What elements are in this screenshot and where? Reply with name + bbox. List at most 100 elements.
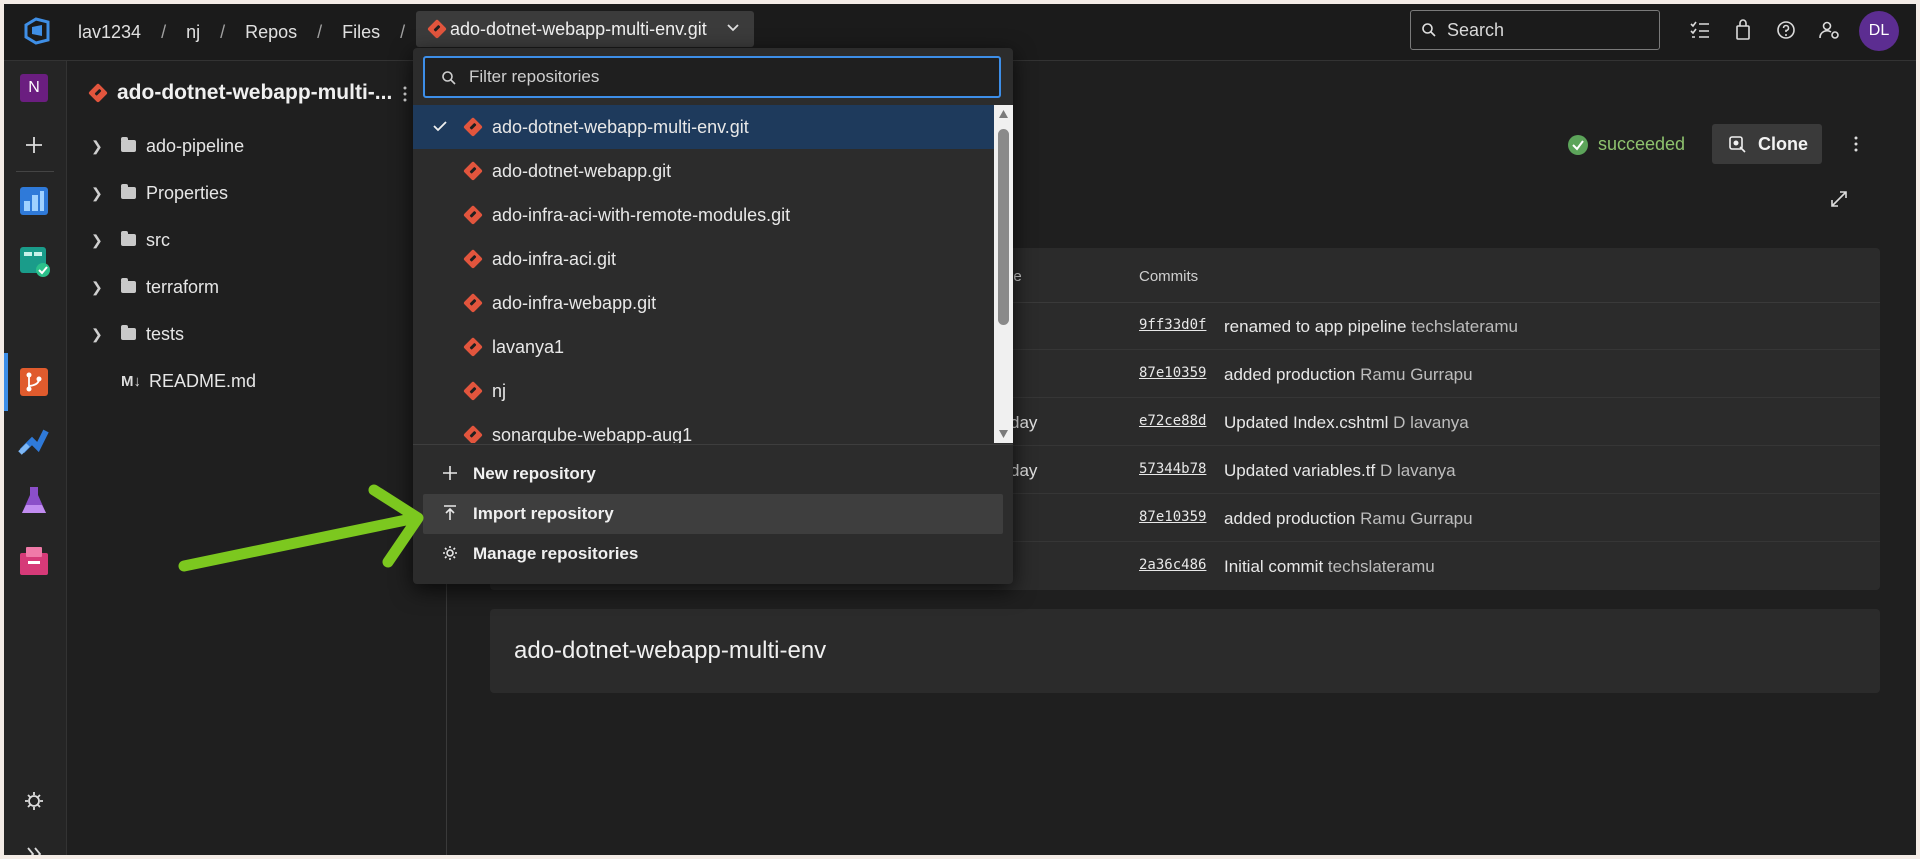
gear-icon: [443, 546, 457, 560]
folder-label: Properties: [146, 182, 229, 203]
import-repository-label: Import repository: [473, 504, 614, 523]
git-repo-icon: [427, 19, 447, 39]
build-status-text: succeeded: [1598, 134, 1686, 154]
repo-list-item[interactable]: ado-infra-aci.git: [413, 237, 994, 281]
user-settings-icon[interactable]: [1817, 18, 1841, 42]
checkmark-icon: [433, 121, 447, 132]
plus-icon: [443, 466, 457, 480]
add-icon[interactable]: [16, 127, 52, 163]
search-input[interactable]: Search: [1410, 10, 1660, 50]
tree-folder[interactable]: ❯ tests: [91, 319, 184, 349]
help-icon[interactable]: [1774, 18, 1798, 42]
search-icon: [442, 71, 456, 85]
chevron-right-icon: ❯: [91, 325, 103, 342]
repo-name: ado-dotnet-webapp-multi-env.git: [492, 116, 749, 137]
fullscreen-icon[interactable]: [1830, 190, 1848, 208]
project-avatar[interactable]: N: [20, 74, 48, 102]
new-repository-button[interactable]: New repository: [423, 454, 1003, 494]
manage-repositories-label: Manage repositories: [473, 544, 639, 563]
tree-folder[interactable]: ❯ terraform: [91, 272, 219, 302]
repo-list-item[interactable]: ado-dotnet-webapp.git: [413, 149, 994, 193]
new-repository-label: New repository: [473, 464, 596, 483]
repo-name: lavanya1: [492, 336, 565, 357]
git-repo-icon: [463, 381, 483, 401]
commit-hash-link[interactable]: 87e10359: [1139, 365, 1206, 381]
repo-list-scrollbar[interactable]: [994, 105, 1013, 443]
folder-icon: [121, 137, 136, 152]
commit-message: Initial commit techslateramu: [1224, 557, 1435, 577]
commit-hash-link[interactable]: 87e10359: [1139, 509, 1206, 525]
folder-icon: [121, 278, 136, 293]
scroll-up-arrow-icon[interactable]: [998, 109, 1009, 119]
git-repo-icon: [463, 425, 483, 443]
boards-icon[interactable]: [16, 243, 52, 279]
breadcrumb-separator: /: [220, 22, 226, 42]
tree-folder[interactable]: ❯ src: [91, 225, 170, 255]
commit-hash-link[interactable]: 9ff33d0f: [1139, 317, 1206, 333]
commit-hash-link[interactable]: e72ce88d: [1139, 413, 1206, 429]
clone-label: Clone: [1758, 133, 1809, 154]
artifacts-icon[interactable]: [16, 543, 52, 579]
tree-file[interactable]: M↓ README.md: [121, 366, 256, 396]
git-repo-icon: [463, 293, 483, 313]
expand-rail-icon[interactable]: [16, 836, 52, 859]
chevron-down-icon: [727, 24, 739, 32]
repo-name: ado-infra-aci.git: [492, 248, 617, 269]
repo-list-item[interactable]: lavanya1: [413, 325, 994, 369]
breadcrumb-project[interactable]: nj: [186, 22, 200, 43]
more-options-icon[interactable]: [402, 85, 408, 103]
commit-text: added production: [1224, 509, 1356, 528]
folder-icon: [121, 231, 136, 246]
left-nav-rail: N: [4, 61, 67, 859]
repo-list-item[interactable]: sonarqube-webapp-aug1: [413, 413, 994, 443]
build-status-badge[interactable]: succeeded: [1568, 134, 1685, 155]
repo-selector-button[interactable]: ado-dotnet-webapp-multi-env.git: [416, 11, 754, 47]
commit-author: Ramu Gurrapu: [1360, 509, 1473, 528]
commit-text: Updated variables.tf: [1224, 461, 1376, 480]
repo-dropdown: Filter repositories ado-dotnet-webapp-mu…: [413, 48, 1013, 584]
pipelines-icon[interactable]: [16, 423, 52, 459]
git-repo-icon: [463, 249, 483, 269]
commit-text: Updated Index.cshtml: [1224, 413, 1389, 432]
more-options-icon[interactable]: [1853, 135, 1859, 153]
breadcrumb-org[interactable]: lav1234: [78, 22, 141, 43]
repo-list-item[interactable]: ado-infra-aci-with-remote-modules.git: [413, 193, 994, 237]
task-list-icon[interactable]: [1688, 18, 1712, 42]
commit-author: Ramu Gurrapu: [1360, 365, 1473, 384]
folder-label: src: [146, 229, 170, 250]
repo-name: ado-dotnet-webapp.git: [492, 160, 672, 181]
scroll-down-arrow-icon[interactable]: [998, 429, 1009, 439]
import-repository-button[interactable]: Import repository: [423, 494, 1003, 534]
shopping-bag-icon[interactable]: [1731, 18, 1755, 42]
test-plans-icon[interactable]: [16, 483, 52, 519]
git-repo-icon: [463, 205, 483, 225]
tree-folder[interactable]: ❯ Properties: [91, 178, 228, 208]
active-indicator: [4, 353, 8, 411]
project-settings-icon[interactable]: [16, 783, 52, 819]
commit-hash-link[interactable]: 2a36c486: [1139, 557, 1206, 573]
filter-placeholder: Filter repositories: [469, 67, 600, 86]
repo-list-item[interactable]: ado-infra-webapp.git: [413, 281, 994, 325]
repo-selector-label: ado-dotnet-webapp-multi-env.git: [450, 18, 707, 39]
commit-message: added production Ramu Gurrapu: [1224, 365, 1473, 385]
clone-icon: [1729, 136, 1746, 153]
repo-name: sonarqube-webapp-aug1: [492, 424, 693, 444]
folder-icon: [121, 184, 136, 199]
repos-icon[interactable]: [16, 364, 52, 400]
filter-repositories-input[interactable]: Filter repositories: [423, 56, 1001, 98]
breadcrumb-files[interactable]: Files: [342, 22, 380, 43]
azure-devops-logo-icon[interactable]: [22, 16, 52, 46]
repo-list-item[interactable]: nj: [413, 369, 994, 413]
clone-button[interactable]: Clone: [1712, 124, 1822, 164]
manage-repositories-button[interactable]: Manage repositories: [423, 534, 1003, 574]
overview-icon[interactable]: [16, 183, 52, 219]
repo-name: nj: [492, 380, 507, 401]
breadcrumb-repos[interactable]: Repos: [245, 22, 297, 43]
avatar[interactable]: DL: [1859, 11, 1899, 51]
commit-text: Initial commit: [1224, 557, 1324, 576]
scrollbar-thumb[interactable]: [998, 129, 1009, 325]
commit-hash-link[interactable]: 57344b78: [1139, 461, 1206, 477]
repo-list-item[interactable]: ado-dotnet-webapp-multi-env.git: [413, 105, 994, 149]
tree-folder[interactable]: ❯ ado-pipeline: [91, 131, 244, 161]
breadcrumb: lav1234 / nj / Repos / Files /: [78, 4, 425, 61]
